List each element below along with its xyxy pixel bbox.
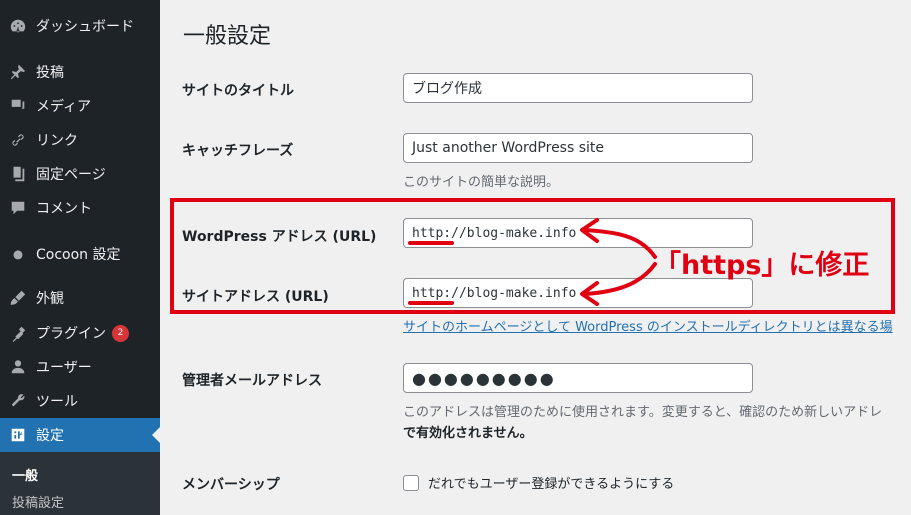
sidebar-item-label: 設定 xyxy=(36,428,64,444)
tagline-description: このサイトの簡単な説明。 xyxy=(403,175,560,190)
admin-email-description-bold: で有効化されません。 xyxy=(403,422,533,441)
page-title: 一般設定 xyxy=(183,24,272,49)
site-address-description-link[interactable]: サイトのホームページとして WordPress のインストールディレクトリとは異… xyxy=(403,316,911,335)
admin-email-description: このアドレスは管理のために使用されます。変更すると、確認のため新しいアドレ xyxy=(403,405,883,420)
membership-label: メンバーシップ xyxy=(182,477,280,493)
settings-icon xyxy=(0,418,36,452)
site-title-label: サイトのタイトル xyxy=(182,83,294,99)
sidebar-item-label: ダッシュボード xyxy=(36,19,134,35)
submenu-item-writing[interactable]: 投稿設定 xyxy=(12,492,64,511)
admin-email-input[interactable]: ●●●●●●●●● xyxy=(403,363,753,393)
sidebar-item-comments[interactable]: コメント xyxy=(0,191,160,225)
membership-checkbox[interactable] xyxy=(403,474,419,491)
sidebar-item-label: ユーザー xyxy=(36,360,92,376)
annotation-text: 「https」に修正 xyxy=(654,250,870,281)
tagline-input[interactable]: Just another WordPress site xyxy=(403,133,753,163)
sidebar-item-media[interactable]: メディア xyxy=(0,89,160,123)
submenu-item-general[interactable]: 一般 xyxy=(12,465,38,484)
sidebar-item-links[interactable]: リンク xyxy=(0,123,160,157)
page-icon xyxy=(0,157,36,191)
sidebar-item-label: メディア xyxy=(36,99,92,115)
sidebar-item-tools[interactable]: ツール xyxy=(0,384,160,418)
site-title-input[interactable]: ブログ作成 xyxy=(403,73,753,103)
membership-checkbox-row[interactable]: だれでもユーザー登録ができるようにする xyxy=(403,473,674,492)
sidebar-item-cocoon-settings[interactable]: Cocoon 設定 xyxy=(0,237,160,271)
sidebar-item-label: コメント xyxy=(36,201,92,217)
sidebar-item-label: 外観 xyxy=(36,291,64,307)
wrench-icon xyxy=(0,384,36,418)
sidebar-item-users[interactable]: ユーザー xyxy=(0,350,160,384)
sidebar-item-pages[interactable]: 固定ページ xyxy=(0,157,160,191)
settings-submenu: 一般 投稿設定 xyxy=(0,452,160,515)
pushpin-icon xyxy=(0,55,36,89)
sidebar-item-settings[interactable]: 設定 xyxy=(0,418,160,452)
comment-icon xyxy=(0,191,36,225)
user-icon xyxy=(0,350,36,384)
annotation-underline-1 xyxy=(408,241,454,245)
sidebar-item-dashboard[interactable]: ダッシュボード xyxy=(0,9,160,43)
annotation-underline-2 xyxy=(408,301,454,305)
update-count-badge: 2 xyxy=(112,324,129,342)
sidebar-item-appearance[interactable]: 外観 xyxy=(0,281,160,315)
admin-email-description-strong: で有効化されません。 xyxy=(403,426,533,441)
circle-icon xyxy=(0,237,36,271)
media-icon xyxy=(0,89,36,123)
active-indicator-arrow xyxy=(152,427,160,443)
plugin-icon xyxy=(0,316,36,350)
sidebar-item-posts[interactable]: 投稿 xyxy=(0,55,160,89)
sidebar-item-plugins[interactable]: プラグイン 2 xyxy=(0,316,160,350)
sidebar-item-label: リンク xyxy=(36,133,78,149)
sidebar-item-label: プラグイン xyxy=(36,326,106,342)
link-icon xyxy=(0,123,36,157)
admin-sidebar: ダッシュボード 投稿 メディア リンク 固定ページ コメント Cocoon 設定… xyxy=(0,0,160,515)
sidebar-item-label: ツール xyxy=(36,394,78,410)
appearance-icon xyxy=(0,281,36,315)
sidebar-item-label: Cocoon 設定 xyxy=(36,247,121,263)
sidebar-item-label: 固定ページ xyxy=(36,167,106,183)
sidebar-item-label: 投稿 xyxy=(36,65,64,81)
dashboard-icon xyxy=(0,9,36,43)
tagline-label: キャッチフレーズ xyxy=(182,143,294,159)
membership-checkbox-label: だれでもユーザー登録ができるようにする xyxy=(428,477,675,492)
admin-email-label: 管理者メールアドレス xyxy=(182,373,322,389)
